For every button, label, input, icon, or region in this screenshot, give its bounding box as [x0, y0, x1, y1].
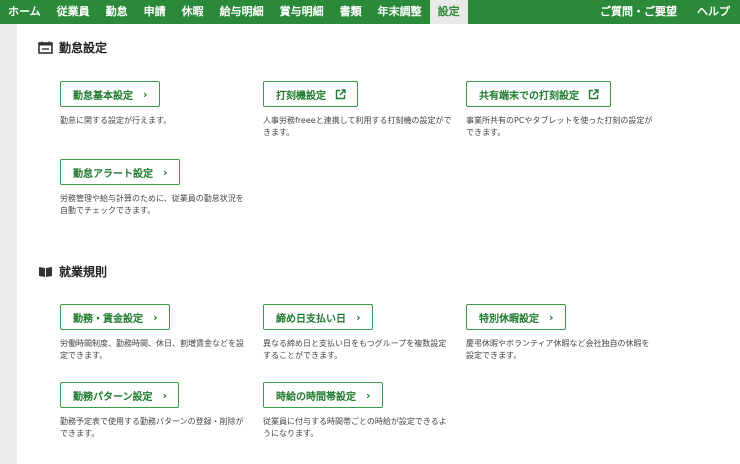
nav-leave[interactable]: 休暇: [174, 0, 212, 24]
work-rules-section-heading: 就業規則: [38, 263, 107, 280]
top-nav-bar: ホーム 従業員 勤怠 申請 休暇 給与明細 賞与明細 書類 年末調整 設定 ご質…: [0, 0, 740, 24]
attendance-basic-desc: 勤怠に関する設定が行えます。: [60, 116, 172, 125]
chevron-right-icon: ›: [549, 310, 554, 324]
attendance-alert-desc: 労務管理や給与計算のために、従業員の勤怠状況を自動でチェックできます。: [60, 194, 244, 215]
nav-feedback[interactable]: ご質問・ご要望: [590, 0, 687, 24]
closing-payment-date-label: 締め日支払い日: [276, 313, 346, 325]
card-attendance-alert: 勤怠アラート設定 › 労務管理や給与計算のために、従業員の勤怠状況を自動でチェッ…: [60, 159, 250, 217]
work-wage-label: 勤務・賃金設定: [73, 313, 143, 325]
external-link-icon: [588, 88, 599, 100]
chevron-right-icon: ›: [143, 87, 148, 101]
nav-year-end-adjustment[interactable]: 年末調整: [370, 0, 430, 24]
nav-help[interactable]: ヘルプ: [687, 0, 740, 24]
card-special-leave: 特別休暇設定 › 慶弔休暇やボランティア休暇など会社独自の休暇を設定できます。: [466, 304, 656, 362]
time-clock-desc: 人事労務freeeと連携して利用する打刻機の設定ができます。: [263, 116, 452, 137]
chevron-right-icon: ›: [153, 310, 158, 324]
attendance-section-title: 勤怠設定: [59, 41, 108, 55]
work-pattern-button[interactable]: 勤務パターン設定 ›: [60, 382, 180, 408]
attendance-basic-button[interactable]: 勤怠基本設定 ›: [60, 81, 160, 107]
card-work-pattern: 勤務パターン設定 › 勤務予定表で使用する勤務パターンの登録・削除ができます。: [60, 382, 250, 440]
book-icon: [38, 265, 53, 278]
attendance-section-heading: 勤怠設定: [38, 39, 107, 56]
work-wage-desc: 労働時間制度、勤務時間、休日、割増賃金などを設定できます。: [60, 339, 244, 360]
card-work-wage: 勤務・賃金設定 › 労働時間制度、勤務時間、休日、割増賃金などを設定できます。: [60, 304, 250, 362]
time-clock-button[interactable]: 打刻機設定: [263, 81, 358, 107]
closing-payment-date-desc: 異なる締め日と支払い日をもつグループを複数設定することができます。: [263, 339, 447, 360]
card-shared-terminal: 共有端末での打刻設定 事業所共有のPCやタブレットを使った打刻の設定ができます。: [466, 81, 656, 139]
shared-terminal-desc: 事業所共有のPCやタブレットを使った打刻の設定ができます。: [466, 116, 653, 137]
nav-home[interactable]: ホーム: [0, 0, 49, 24]
card-attendance-basic: 勤怠基本設定 › 勤怠に関する設定が行えます。: [60, 81, 250, 127]
nav-payslips[interactable]: 給与明細: [212, 0, 272, 24]
nav-requests[interactable]: 申請: [136, 0, 174, 24]
settings-panel: 勤怠設定 勤怠基本設定 › 勤怠に関する設定が行えます。 打刻機設定 人事労務f…: [17, 24, 740, 464]
time-clock-label: 打刻機設定: [276, 90, 326, 102]
special-leave-button[interactable]: 特別休暇設定 ›: [466, 304, 566, 330]
chevron-right-icon: ›: [162, 388, 168, 402]
main-nav: ホーム 従業員 勤怠 申請 休暇 給与明細 賞与明細 書類 年末調整 設定: [0, 0, 468, 24]
special-leave-desc: 慶弔休暇やボランティア休暇など会社独自の休暇を設定できます。: [466, 339, 650, 360]
external-link-icon: [335, 88, 346, 100]
work-pattern-label: 勤務パターン設定: [73, 391, 153, 403]
card-hourly-time-slot: 時給の時間帯設定 › 従業員に付与する時間帯ごとの時給が設定できるようになります…: [263, 382, 453, 440]
work-rules-section-title: 就業規則: [59, 265, 108, 279]
attendance-alert-label: 勤怠アラート設定: [73, 168, 153, 180]
shared-terminal-label: 共有端末での打刻設定: [479, 90, 579, 102]
special-leave-label: 特別休暇設定: [479, 313, 539, 325]
attendance-alert-button[interactable]: 勤怠アラート設定 ›: [60, 159, 180, 185]
nav-employees[interactable]: 従業員: [49, 0, 98, 24]
calendar-icon: [38, 41, 53, 54]
nav-documents[interactable]: 書類: [332, 0, 370, 24]
nav-settings[interactable]: 設定: [429, 0, 468, 24]
nav-bonus-slips[interactable]: 賞与明細: [272, 0, 332, 24]
closing-payment-date-button[interactable]: 締め日支払い日 ›: [263, 304, 373, 330]
chevron-right-icon: ›: [366, 388, 371, 402]
card-closing-payment-date: 締め日支払い日 › 異なる締め日と支払い日をもつグループを複数設定することができ…: [263, 304, 453, 362]
card-time-clock: 打刻機設定 人事労務freeeと連携して利用する打刻機の設定ができます。: [263, 81, 453, 139]
nav-attendance[interactable]: 勤怠: [98, 0, 136, 24]
shared-terminal-button[interactable]: 共有端末での打刻設定: [466, 81, 611, 107]
work-wage-button[interactable]: 勤務・賃金設定 ›: [60, 304, 170, 330]
work-pattern-desc: 勤務予定表で使用する勤務パターンの登録・削除ができます。: [60, 417, 244, 438]
utility-nav: ご質問・ご要望 ヘルプ: [590, 0, 740, 24]
chevron-right-icon: ›: [163, 165, 168, 179]
hourly-time-slot-desc: 従業員に付与する時間帯ごとの時給が設定できるようになります。: [263, 417, 447, 438]
chevron-right-icon: ›: [356, 310, 361, 324]
hourly-time-slot-button[interactable]: 時給の時間帯設定 ›: [263, 382, 383, 408]
attendance-basic-label: 勤怠基本設定: [73, 90, 133, 102]
hourly-time-slot-label: 時給の時間帯設定: [276, 391, 356, 403]
